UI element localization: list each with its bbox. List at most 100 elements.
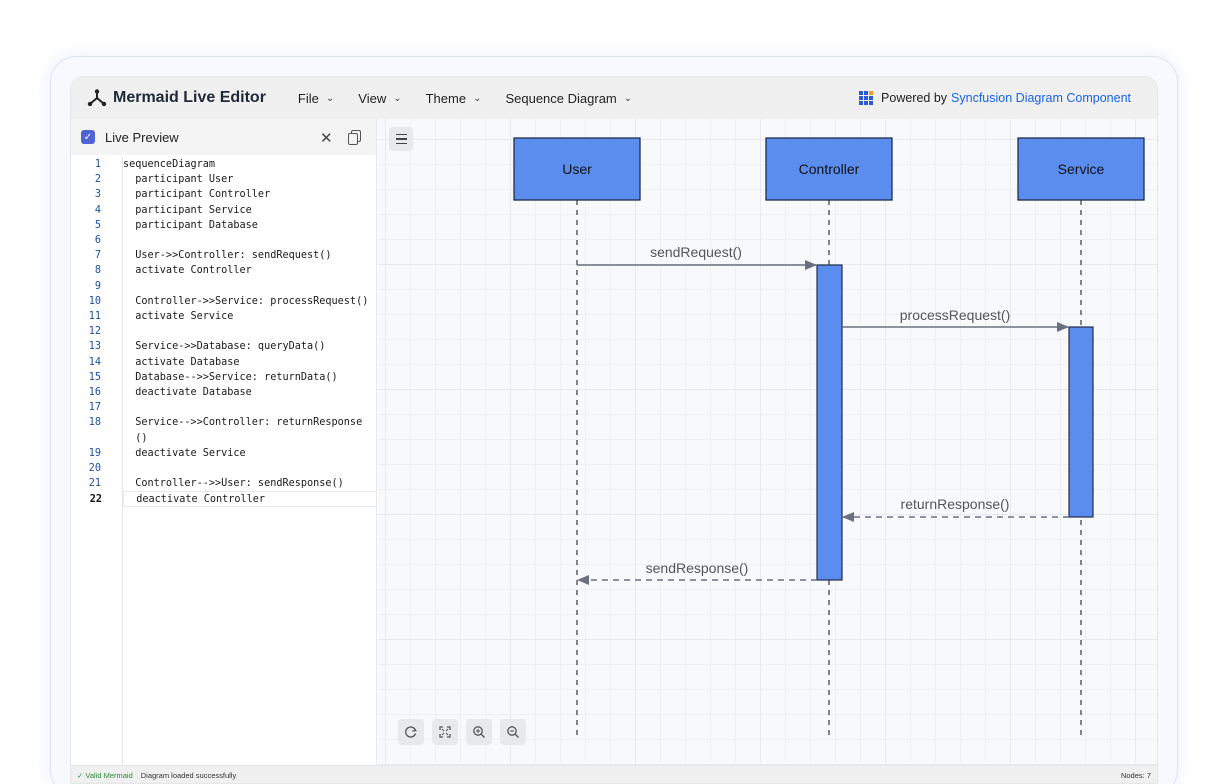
line-number: 19 bbox=[88, 447, 101, 459]
line-number: 17 bbox=[88, 402, 101, 414]
powered-by-text: Powered by bbox=[881, 91, 948, 105]
code-editor[interactable]: 1 sequenceDiagram 2 participant User 3 part… bbox=[71, 157, 377, 765]
valid-status: ✓ Valid Mermaid bbox=[77, 771, 133, 780]
code-line[interactable]: 20 bbox=[71, 461, 377, 476]
menu-view[interactable]: View ⌄ bbox=[358, 91, 401, 106]
activation-bar bbox=[1068, 326, 1094, 518]
line-number: 9 bbox=[94, 280, 101, 292]
code-line[interactable]: 12 bbox=[71, 324, 377, 339]
reset-icon[interactable] bbox=[398, 719, 424, 745]
code-text: deactivate Service bbox=[123, 447, 246, 459]
app-window: Mermaid Live Editor File ⌄ View ⌄ Theme ⌄ S… bbox=[70, 76, 1158, 784]
chevron-down-icon: ⌄ bbox=[473, 92, 482, 104]
line-number: 2 bbox=[94, 174, 101, 186]
code-text: activate Database bbox=[123, 356, 240, 368]
code-line[interactable]: 14 activate Database bbox=[71, 355, 377, 370]
fit-to-screen-icon[interactable] bbox=[432, 719, 458, 745]
app-logo: Mermaid Live Editor bbox=[87, 89, 266, 107]
code-line[interactable]: 22 deactivate Controller bbox=[90, 491, 377, 507]
code-text: () bbox=[123, 432, 148, 444]
line-number: 8 bbox=[94, 265, 101, 277]
node-count: Nodes: 7 bbox=[1120, 771, 1151, 780]
code-line[interactable]: 21 Controller-->>User: sendResponse() bbox=[71, 476, 377, 491]
code-line[interactable]: 9 bbox=[71, 279, 377, 294]
code-text: Service->>Database: queryData() bbox=[123, 341, 326, 353]
line-number: 3 bbox=[94, 189, 101, 201]
header-bar: Mermaid Live Editor File ⌄ View ⌄ Theme ⌄ S… bbox=[71, 77, 1157, 119]
chevron-down-icon: ⌄ bbox=[393, 92, 402, 104]
code-line[interactable]: 17 bbox=[71, 400, 377, 415]
line-number: 22 bbox=[89, 494, 102, 506]
participant-label: Service bbox=[1058, 161, 1105, 177]
code-line[interactable]: 7 User->>Controller: sendRequest() bbox=[71, 248, 377, 263]
code-text: participant User bbox=[123, 174, 234, 186]
line-number: 7 bbox=[94, 250, 101, 262]
menu-theme[interactable]: Theme ⌄ bbox=[426, 91, 482, 106]
code-line[interactable]: () bbox=[71, 431, 377, 446]
line-number: 6 bbox=[94, 235, 101, 246]
syncfusion-logo-icon bbox=[859, 91, 874, 105]
code-text: sequenceDiagram bbox=[123, 159, 216, 170]
mermaid-logo-icon bbox=[87, 89, 107, 107]
zoom-out-icon[interactable] bbox=[500, 719, 526, 745]
message-label: sendRequest() bbox=[650, 244, 742, 260]
code-text: Database-->>Service: returnData() bbox=[123, 371, 338, 383]
participant-label: Controller bbox=[799, 161, 860, 177]
code-line[interactable]: 6 bbox=[71, 233, 377, 248]
diagram-canvas[interactable]: User Controller Service sendRequest() proces… bbox=[378, 119, 1157, 765]
line-number: 20 bbox=[88, 463, 101, 474]
code-text: participant Database bbox=[123, 219, 258, 231]
line-number: 4 bbox=[94, 204, 101, 216]
code-text: deactivate Database bbox=[123, 387, 252, 398]
code-line[interactable]: 13 Service->>Database: queryData() bbox=[71, 339, 377, 354]
code-line[interactable]: 15 Database-->>Service: returnData() bbox=[71, 370, 377, 385]
code-line[interactable]: 5 participant Database bbox=[71, 218, 377, 233]
code-text: Service-->>Controller: returnResponse bbox=[123, 417, 363, 429]
code-text: Controller->>Service: processRequest() bbox=[123, 295, 369, 307]
code-line[interactable]: 19 deactivate Service bbox=[71, 446, 377, 461]
code-line[interactable]: 10 Controller->>Service: processRequest(… bbox=[71, 294, 377, 309]
line-number: 13 bbox=[88, 341, 101, 353]
activation-bar bbox=[816, 264, 843, 581]
line-number: 21 bbox=[88, 478, 101, 490]
live-preview-label: Live Preview bbox=[105, 129, 179, 145]
menu-diagram-type-label: Sequence Diagram bbox=[505, 90, 617, 106]
code-line[interactable]: 3 participant Controller bbox=[71, 187, 377, 202]
message-label: returnResponse() bbox=[901, 496, 1010, 512]
message-label: processRequest() bbox=[900, 307, 1011, 323]
menu-bar: File ⌄ View ⌄ Theme ⌄ Sequence Diagram ⌄ bbox=[298, 91, 656, 106]
code-line[interactable]: 16 deactivate Database bbox=[71, 385, 377, 400]
menu-theme-label: Theme bbox=[425, 90, 467, 106]
code-line[interactable]: 11 activate Service bbox=[71, 309, 377, 324]
code-line[interactable]: 1 sequenceDiagram bbox=[71, 157, 377, 172]
close-icon[interactable]: ✕ bbox=[320, 129, 333, 147]
code-panel-header: ✓ Live Preview ✕ bbox=[71, 119, 376, 155]
code-line[interactable]: 8 activate Controller bbox=[71, 263, 377, 278]
line-number: 12 bbox=[88, 326, 101, 338]
code-text: participant Service bbox=[123, 204, 252, 216]
code-line[interactable]: 2 participant User bbox=[71, 172, 377, 187]
code-text: User->>Controller: sendRequest() bbox=[123, 250, 332, 262]
code-text: activate Controller bbox=[123, 265, 252, 277]
zoom-in-icon[interactable] bbox=[466, 719, 492, 745]
participant-label: User bbox=[562, 161, 592, 177]
line-number: 11 bbox=[88, 311, 101, 322]
code-text: Controller-->>User: sendResponse() bbox=[123, 478, 344, 490]
line-number: 16 bbox=[88, 387, 101, 398]
menu-file[interactable]: File ⌄ bbox=[298, 91, 334, 106]
line-number: 1 bbox=[94, 159, 101, 170]
status-message: Diagram loaded successfully bbox=[140, 771, 237, 780]
menu-view-label: View bbox=[358, 90, 387, 106]
code-text: participant Controller bbox=[123, 189, 271, 201]
sequence-diagram: User Controller Service sendRequest() proces… bbox=[513, 137, 1145, 739]
syncfusion-link[interactable]: Syncfusion Diagram Component bbox=[951, 91, 1131, 105]
chevron-down-icon: ⌄ bbox=[325, 92, 335, 104]
code-line[interactable]: 18 Service-->>Controller: returnResponse bbox=[71, 415, 377, 430]
menu-diagram-type[interactable]: Sequence Diagram ⌄ bbox=[505, 91, 632, 106]
message-label: sendResponse() bbox=[646, 560, 749, 576]
code-line[interactable]: 4 participant Service bbox=[71, 203, 377, 218]
live-preview-checkbox[interactable]: ✓ bbox=[81, 130, 95, 144]
copy-icon[interactable] bbox=[348, 130, 361, 145]
line-number: 14 bbox=[88, 356, 101, 368]
status-bar: ✓ Valid Mermaid Diagram loaded successfu… bbox=[71, 765, 1157, 783]
